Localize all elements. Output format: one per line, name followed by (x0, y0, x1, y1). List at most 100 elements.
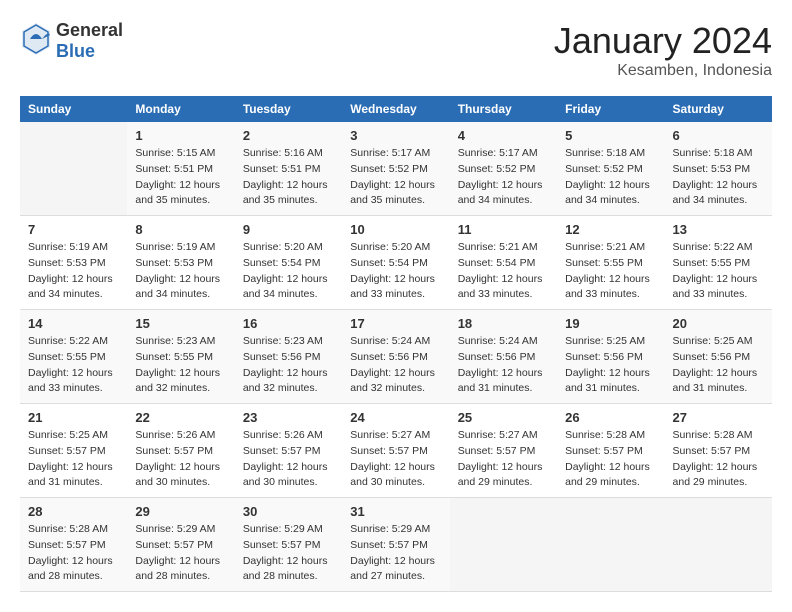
day-number: 4 (458, 128, 549, 143)
day-info: Sunrise: 5:29 AMSunset: 5:57 PMDaylight:… (350, 522, 441, 585)
cell-week3-day6: 20Sunrise: 5:25 AMSunset: 5:56 PMDayligh… (665, 310, 772, 404)
day-info: Sunrise: 5:23 AMSunset: 5:55 PMDaylight:… (135, 334, 226, 397)
week-row-4: 21 Sunrise: 5:25 AMSunset: 5:57 PMDayligh… (20, 404, 772, 498)
header: General Blue January 2024 Kesamben, Indo… (20, 20, 772, 80)
day-info: Sunrise: 5:15 AMSunset: 5:51 PMDaylight:… (135, 146, 226, 209)
weekday-header-row: SundayMondayTuesdayWednesdayThursdayFrid… (20, 96, 772, 122)
day-info: Sunrise: 5:28 AMSunset: 5:57 PMDaylight:… (565, 428, 656, 491)
day-info: Sunrise: 5:23 AMSunset: 5:56 PMDaylight:… (243, 334, 334, 397)
logo-blue: Blue (56, 41, 95, 61)
header-sunday: Sunday (20, 96, 127, 122)
day-info: Sunrise: 5:16 AMSunset: 5:51 PMDaylight:… (243, 146, 334, 209)
day-info: Sunrise: 5:26 AMSunset: 5:57 PMDaylight:… (243, 428, 334, 491)
day-info: Sunrise: 5:22 AMSunset: 5:55 PMDaylight:… (673, 240, 764, 303)
header-tuesday: Tuesday (235, 96, 342, 122)
cell-week1-day3: 3 Sunrise: 5:17 AMSunset: 5:52 PMDaylight… (342, 122, 449, 216)
cell-week5-day5 (557, 498, 664, 592)
cell-week3-day5: 19 Sunrise: 5:25 AMSunset: 5:56 PMDayligh… (557, 310, 664, 404)
day-number: 10 (350, 222, 441, 237)
cell-week3-day3: 17Sunrise: 5:24 AMSunset: 5:56 PMDayligh… (342, 310, 449, 404)
cell-week4-day2: 23 Sunrise: 5:26 AMSunset: 5:57 PMDayligh… (235, 404, 342, 498)
logo: General Blue (20, 20, 123, 62)
header-monday: Monday (127, 96, 234, 122)
cell-week3-day2: 16 Sunrise: 5:23 AMSunset: 5:56 PMDayligh… (235, 310, 342, 404)
title-area: January 2024 Kesamben, Indonesia (554, 20, 772, 80)
day-info: Sunrise: 5:26 AMSunset: 5:57 PMDaylight:… (135, 428, 226, 491)
cell-week1-day2: 2 Sunrise: 5:16 AMSunset: 5:51 PMDaylight… (235, 122, 342, 216)
cell-week5-day2: 30Sunrise: 5:29 AMSunset: 5:57 PMDayligh… (235, 498, 342, 592)
day-info: Sunrise: 5:21 AMSunset: 5:55 PMDaylight:… (565, 240, 656, 303)
day-info: Sunrise: 5:17 AMSunset: 5:52 PMDaylight:… (458, 146, 549, 209)
day-number: 28 (28, 504, 119, 519)
day-number: 13 (673, 222, 764, 237)
week-row-3: 14 Sunrise: 5:22 AMSunset: 5:55 PMDayligh… (20, 310, 772, 404)
day-number: 17 (350, 316, 441, 331)
day-number: 29 (135, 504, 226, 519)
day-info: Sunrise: 5:22 AMSunset: 5:55 PMDaylight:… (28, 334, 119, 397)
cell-week3-day0: 14 Sunrise: 5:22 AMSunset: 5:55 PMDayligh… (20, 310, 127, 404)
cell-week2-day0: 7Sunrise: 5:19 AMSunset: 5:53 PMDaylight… (20, 216, 127, 310)
cell-week2-day3: 10 Sunrise: 5:20 AMSunset: 5:54 PMDayligh… (342, 216, 449, 310)
day-number: 12 (565, 222, 656, 237)
cell-week3-day4: 18Sunrise: 5:24 AMSunset: 5:56 PMDayligh… (450, 310, 557, 404)
day-info: Sunrise: 5:20 AMSunset: 5:54 PMDaylight:… (350, 240, 441, 303)
week-row-5: 28Sunrise: 5:28 AMSunset: 5:57 PMDayligh… (20, 498, 772, 592)
cell-week3-day1: 15Sunrise: 5:23 AMSunset: 5:55 PMDayligh… (127, 310, 234, 404)
day-number: 8 (135, 222, 226, 237)
day-info: Sunrise: 5:29 AMSunset: 5:57 PMDaylight:… (243, 522, 334, 585)
header-thursday: Thursday (450, 96, 557, 122)
day-number: 31 (350, 504, 441, 519)
cell-week4-day3: 24 Sunrise: 5:27 AMSunset: 5:57 PMDayligh… (342, 404, 449, 498)
cell-week5-day1: 29 Sunrise: 5:29 AMSunset: 5:57 PMDayligh… (127, 498, 234, 592)
day-number: 24 (350, 410, 441, 425)
day-number: 25 (458, 410, 549, 425)
logo-general: General (56, 20, 123, 40)
day-info: Sunrise: 5:18 AMSunset: 5:52 PMDaylight:… (565, 146, 656, 209)
logo-icon (20, 21, 52, 62)
day-info: Sunrise: 5:20 AMSunset: 5:54 PMDaylight:… (243, 240, 334, 303)
cell-week5-day6 (665, 498, 772, 592)
day-info: Sunrise: 5:28 AMSunset: 5:57 PMDaylight:… (673, 428, 764, 491)
day-info: Sunrise: 5:27 AMSunset: 5:57 PMDaylight:… (350, 428, 441, 491)
day-number: 21 (28, 410, 119, 425)
day-number: 27 (673, 410, 764, 425)
day-info: Sunrise: 5:17 AMSunset: 5:52 PMDaylight:… (350, 146, 441, 209)
week-row-2: 7Sunrise: 5:19 AMSunset: 5:53 PMDaylight… (20, 216, 772, 310)
day-info: Sunrise: 5:27 AMSunset: 5:57 PMDaylight:… (458, 428, 549, 491)
day-number: 22 (135, 410, 226, 425)
day-number: 3 (350, 128, 441, 143)
day-info: Sunrise: 5:18 AMSunset: 5:53 PMDaylight:… (673, 146, 764, 209)
header-friday: Friday (557, 96, 664, 122)
cell-week2-day4: 11Sunrise: 5:21 AMSunset: 5:54 PMDayligh… (450, 216, 557, 310)
day-number: 14 (28, 316, 119, 331)
day-number: 19 (565, 316, 656, 331)
day-info: Sunrise: 5:25 AMSunset: 5:56 PMDaylight:… (673, 334, 764, 397)
day-number: 16 (243, 316, 334, 331)
cell-week2-day1: 8Sunrise: 5:19 AMSunset: 5:53 PMDaylight… (127, 216, 234, 310)
month-title: January 2024 (554, 20, 772, 62)
day-number: 1 (135, 128, 226, 143)
day-info: Sunrise: 5:25 AMSunset: 5:56 PMDaylight:… (565, 334, 656, 397)
cell-week4-day5: 26Sunrise: 5:28 AMSunset: 5:57 PMDayligh… (557, 404, 664, 498)
cell-week5-day3: 31 Sunrise: 5:29 AMSunset: 5:57 PMDayligh… (342, 498, 449, 592)
cell-week4-day4: 25 Sunrise: 5:27 AMSunset: 5:57 PMDayligh… (450, 404, 557, 498)
logo-text: General Blue (56, 20, 123, 62)
cell-week5-day4 (450, 498, 557, 592)
day-info: Sunrise: 5:29 AMSunset: 5:57 PMDaylight:… (135, 522, 226, 585)
cell-week4-day0: 21 Sunrise: 5:25 AMSunset: 5:57 PMDayligh… (20, 404, 127, 498)
cell-week2-day5: 12 Sunrise: 5:21 AMSunset: 5:55 PMDayligh… (557, 216, 664, 310)
day-number: 9 (243, 222, 334, 237)
day-number: 2 (243, 128, 334, 143)
cell-week1-day6: 6Sunrise: 5:18 AMSunset: 5:53 PMDaylight… (665, 122, 772, 216)
day-info: Sunrise: 5:25 AMSunset: 5:57 PMDaylight:… (28, 428, 119, 491)
day-number: 18 (458, 316, 549, 331)
header-wednesday: Wednesday (342, 96, 449, 122)
cell-week1-day1: 1 Sunrise: 5:15 AMSunset: 5:51 PMDaylight… (127, 122, 234, 216)
cell-week1-day0 (20, 122, 127, 216)
day-number: 11 (458, 222, 549, 237)
day-number: 23 (243, 410, 334, 425)
calendar-table: SundayMondayTuesdayWednesdayThursdayFrid… (20, 96, 772, 592)
cell-week4-day1: 22 Sunrise: 5:26 AMSunset: 5:57 PMDayligh… (127, 404, 234, 498)
day-info: Sunrise: 5:19 AMSunset: 5:53 PMDaylight:… (28, 240, 119, 303)
cell-week1-day5: 5Sunrise: 5:18 AMSunset: 5:52 PMDaylight… (557, 122, 664, 216)
